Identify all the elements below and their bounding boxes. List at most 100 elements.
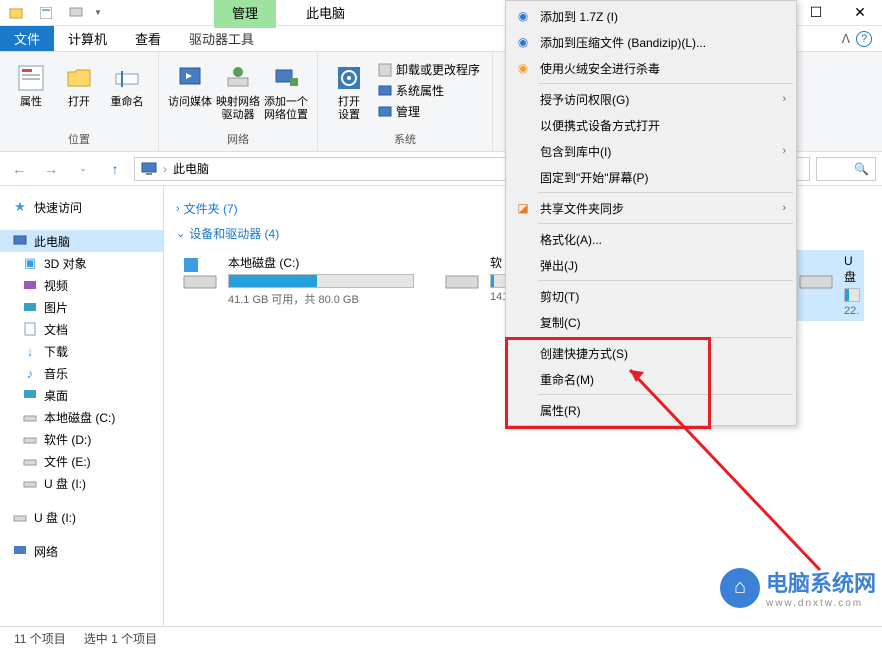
watermark-url: www.dnxtw.com: [766, 598, 876, 609]
music-icon: ♪: [22, 365, 38, 381]
watermark-logo-icon: ⌂: [720, 568, 760, 608]
sidebar-documents[interactable]: 文档: [0, 318, 163, 340]
up-button[interactable]: ↑: [102, 156, 128, 182]
add-network-location-button[interactable]: 添加一个 网络位置: [263, 56, 309, 122]
ctx-include-library[interactable]: 包含到库中(I)›: [508, 138, 794, 164]
ribbon-collapse-icon[interactable]: ᐱ: [842, 32, 850, 46]
downloads-icon: ↓: [22, 343, 38, 359]
windows-drive-icon: [180, 254, 220, 294]
settings-icon: [333, 62, 365, 94]
sidebar-quick-access[interactable]: ★快速访问: [0, 196, 163, 218]
ctx-separator: [538, 223, 793, 224]
thispc-icon: [141, 161, 157, 177]
ctx-eject[interactable]: 弹出(J): [508, 252, 794, 278]
sync-icon: ◪: [514, 199, 532, 217]
explorer-icon[interactable]: [6, 3, 26, 23]
pictures-icon: [22, 299, 38, 315]
drive-item-i[interactable]: U 盘 22.: [792, 250, 864, 321]
sidebar-downloads[interactable]: ↓下载: [0, 340, 163, 362]
ctx-add-zip[interactable]: ◉添加到压缩文件 (Bandizip)(L)...: [508, 29, 794, 55]
submenu-arrow-icon: ›: [782, 93, 786, 105]
status-bar: 11 个项目 选中 1 个项目: [0, 626, 882, 650]
qat-dropdown-icon[interactable]: [66, 3, 86, 23]
ctx-share-sync[interactable]: ◪共享文件夹同步›: [508, 195, 794, 221]
video-icon: [22, 277, 38, 293]
drive-icon: [442, 254, 482, 294]
forward-button[interactable]: →: [38, 156, 64, 182]
manage-button[interactable]: 管理: [374, 102, 484, 121]
drive-item-c[interactable]: 本地磁盘 (C:) 41.1 GB 可用，共 80.0 GB: [176, 250, 418, 321]
media-icon: [174, 62, 206, 94]
ctx-separator: [538, 83, 793, 84]
ctx-portable-open[interactable]: 以便携式设备方式打开: [508, 112, 794, 138]
network-location-icon: [270, 62, 302, 94]
status-selected-count: 选中 1 个项目: [84, 630, 157, 647]
sidebar-3d-objects[interactable]: ▣3D 对象: [0, 252, 163, 274]
huorong-icon: ◉: [514, 59, 532, 77]
desktop-icon: [22, 387, 38, 403]
map-drive-button[interactable]: 映射网络 驱动器: [215, 56, 261, 122]
close-button[interactable]: ✕: [838, 0, 882, 26]
help-icon[interactable]: ?: [856, 31, 872, 47]
ctx-pin-start[interactable]: 固定到"开始"屏幕(P): [508, 164, 794, 190]
usb-drive-icon: [796, 254, 836, 294]
chevron-right-icon: ›: [176, 203, 180, 215]
sidebar-this-pc[interactable]: 此电脑: [0, 230, 163, 252]
tab-file[interactable]: 文件: [0, 26, 54, 51]
tab-view[interactable]: 查看: [121, 26, 175, 51]
sidebar-videos[interactable]: 视频: [0, 274, 163, 296]
recent-dropdown[interactable]: ⌄: [70, 156, 96, 182]
quick-access-toolbar: ▼: [0, 3, 114, 23]
thispc-icon: [12, 233, 28, 249]
chevron-down-icon: ⌄: [176, 227, 185, 240]
sidebar-music[interactable]: ♪音乐: [0, 362, 163, 384]
context-menu: ◉添加到 1.7Z (I) ◉添加到压缩文件 (Bandizip)(L)... …: [505, 0, 797, 426]
ctx-create-shortcut[interactable]: 创建快捷方式(S): [508, 340, 794, 366]
drive-icon: [22, 431, 38, 447]
submenu-arrow-icon: ›: [782, 145, 786, 157]
tab-drive-tools[interactable]: 驱动器工具: [175, 26, 268, 51]
usb-icon: [22, 475, 38, 491]
properties-button[interactable]: 属性: [8, 56, 54, 109]
search-icon: 🔍: [854, 162, 869, 176]
open-settings-button[interactable]: 打开 设置: [326, 56, 372, 122]
manage-contextual-tab[interactable]: 管理: [214, 0, 276, 28]
open-folder-icon: [63, 62, 95, 94]
tab-computer[interactable]: 计算机: [54, 26, 121, 51]
access-media-button[interactable]: 访问媒体: [167, 56, 213, 109]
maximize-button[interactable]: ☐: [794, 0, 838, 26]
status-item-count: 11 个项目: [14, 630, 66, 647]
address-path: 此电脑: [173, 160, 209, 177]
rename-button[interactable]: 重命名: [104, 56, 150, 109]
qat-properties-icon[interactable]: [36, 3, 56, 23]
qat-customize-icon[interactable]: ▼: [88, 3, 108, 23]
ctx-rename[interactable]: 重命名(M): [508, 366, 794, 392]
sidebar-local-c[interactable]: 本地磁盘 (C:): [0, 406, 163, 428]
sidebar-soft-d[interactable]: 软件 (D:): [0, 428, 163, 450]
sidebar-udisk-i[interactable]: U 盘 (I:): [0, 472, 163, 494]
sidebar-udisk-i2[interactable]: U 盘 (I:): [0, 506, 163, 528]
system-properties-button[interactable]: 系统属性: [374, 81, 484, 100]
network-icon: [12, 543, 28, 559]
ctx-huorong-scan[interactable]: ◉使用火绒安全进行杀毒: [508, 55, 794, 81]
ctx-format[interactable]: 格式化(A)...: [508, 226, 794, 252]
sidebar-desktop[interactable]: 桌面: [0, 384, 163, 406]
usb-icon: [12, 509, 28, 525]
ctx-grant-access[interactable]: 授予访问权限(G)›: [508, 86, 794, 112]
submenu-arrow-icon: ›: [782, 202, 786, 214]
cube-icon: ▣: [22, 255, 38, 271]
bandizip-icon: ◉: [514, 33, 532, 51]
ctx-copy[interactable]: 复制(C): [508, 309, 794, 335]
open-button[interactable]: 打开: [56, 56, 102, 109]
drive-item-d[interactable]: 软 141: [438, 250, 510, 321]
ctx-cut[interactable]: 剪切(T): [508, 283, 794, 309]
uninstall-button[interactable]: 卸载或更改程序: [374, 60, 484, 79]
sidebar-pictures[interactable]: 图片: [0, 296, 163, 318]
drive-icon: [22, 409, 38, 425]
sidebar-network[interactable]: 网络: [0, 540, 163, 562]
ctx-add-to-7z[interactable]: ◉添加到 1.7Z (I): [508, 3, 794, 29]
search-box[interactable]: 🔍: [816, 157, 876, 181]
sidebar-files-e[interactable]: 文件 (E:): [0, 450, 163, 472]
back-button[interactable]: ←: [6, 156, 32, 182]
ctx-properties[interactable]: 属性(R): [508, 397, 794, 423]
